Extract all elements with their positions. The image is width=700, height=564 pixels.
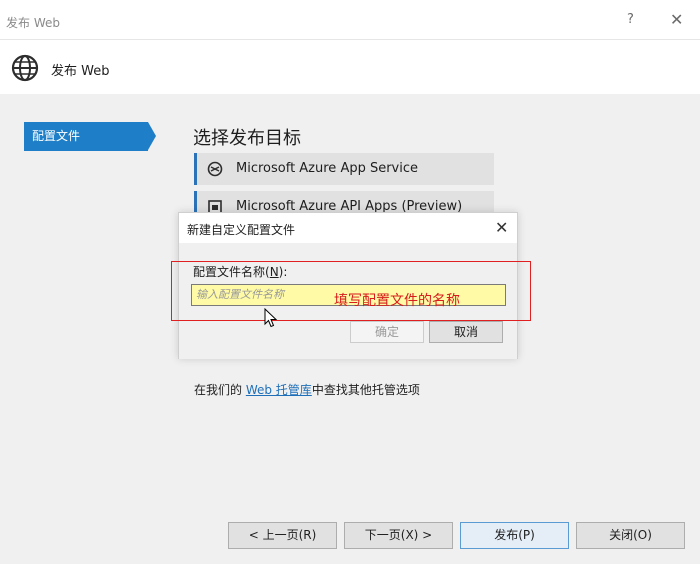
page-title: 选择发布目标 bbox=[193, 128, 301, 149]
annotation-text: 填写配置文件的名称 bbox=[334, 293, 460, 309]
web-hosting-gallery-link[interactable]: Web 托管库 bbox=[246, 383, 312, 397]
globe-icon bbox=[11, 54, 39, 82]
previous-button[interactable]: < 上一页(R) bbox=[228, 522, 337, 549]
window-close-button[interactable]: ✕ bbox=[670, 10, 683, 29]
hosting-options-text: 在我们的 Web 托管库中查找其他托管选项 bbox=[194, 381, 420, 398]
target-azure-app-service[interactable]: Microsoft Azure App Service bbox=[194, 153, 494, 185]
next-button[interactable]: 下一页(X) > bbox=[344, 522, 453, 549]
hosting-suffix: 中查找其他托管选项 bbox=[311, 383, 420, 397]
sidebar-item-profile[interactable]: 配置文件 bbox=[24, 122, 156, 151]
title-bar: 发布 Web ? ✕ bbox=[0, 0, 700, 40]
wizard-header: 发布 Web bbox=[0, 40, 700, 94]
target-label: Microsoft Azure App Service bbox=[236, 161, 419, 176]
close-button[interactable]: 关闭(O) bbox=[576, 522, 685, 549]
header-title: 发布 Web bbox=[51, 64, 110, 79]
publish-button[interactable]: 发布(P) bbox=[460, 522, 569, 549]
azure-app-service-icon bbox=[207, 161, 223, 177]
hosting-prefix: 在我们的 bbox=[194, 383, 246, 397]
ok-button[interactable]: 确定 bbox=[350, 321, 424, 343]
cancel-button[interactable]: 取消 bbox=[429, 321, 503, 343]
dialog-close-icon[interactable]: ✕ bbox=[495, 218, 508, 237]
dialog-title: 新建自定义配置文件 bbox=[187, 223, 296, 237]
help-button[interactable]: ? bbox=[627, 12, 634, 27]
window-title: 发布 Web bbox=[6, 16, 60, 30]
mouse-cursor-icon bbox=[264, 308, 278, 328]
